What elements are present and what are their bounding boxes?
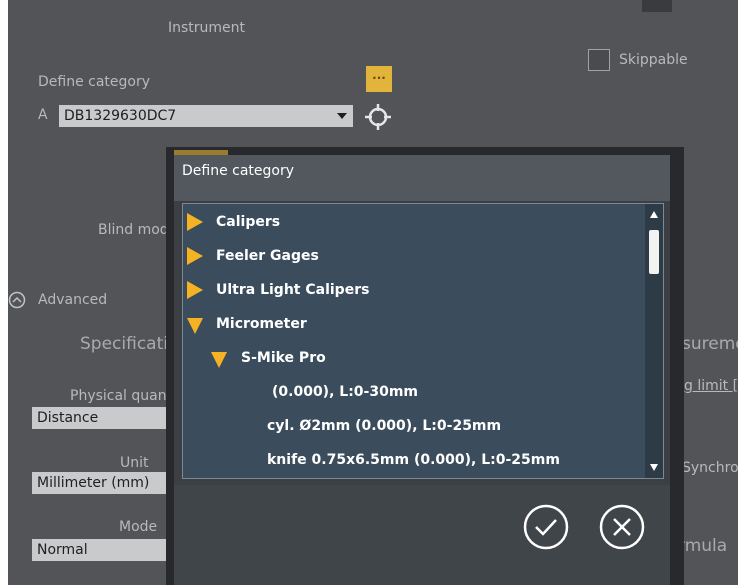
mode-select[interactable]: Normal [32, 539, 174, 561]
physical-quantity-value: Distance [37, 410, 99, 426]
channel-letter: A [38, 107, 48, 123]
mode-value: Normal [37, 542, 88, 558]
limit-label: g limit [ [684, 378, 738, 394]
expand-arrow-icon[interactable] [187, 213, 203, 231]
skippable-label: Skippable [619, 52, 688, 68]
advanced-label: Advanced [38, 292, 108, 308]
collapse-arrow-icon[interactable] [187, 318, 203, 334]
dialog-footer [174, 485, 670, 585]
category-tree[interactable]: Calipers Feeler Gages Ultra Light Calipe… [182, 203, 664, 479]
tree-scrollbar[interactable] [645, 204, 663, 478]
mode-label: Mode [119, 519, 158, 535]
tree-leaf-item[interactable]: (0.000), L:0-30mm [272, 381, 418, 403]
measurement-heading: suremen [682, 334, 738, 354]
define-category-label: Define category [38, 74, 151, 90]
tree-leaf-item[interactable]: cyl. Ø2mm (0.000), L:0-25mm [267, 415, 501, 437]
scroll-thumb[interactable] [649, 230, 659, 274]
collapse-advanced-icon[interactable] [8, 291, 26, 309]
tree-item-label: Ultra Light Calipers [216, 282, 370, 298]
tree-item-label: Micrometer [216, 316, 307, 332]
chevron-down-icon [337, 113, 347, 119]
unit-label: Unit [120, 455, 149, 471]
instrument-label: Instrument [168, 20, 246, 36]
physical-quantity-label: Physical quan [70, 388, 167, 404]
expand-arrow-icon[interactable] [187, 247, 203, 265]
synchro-label: Synchro [682, 460, 738, 476]
dialog-title: Define category [174, 155, 670, 201]
cancel-button[interactable] [598, 503, 646, 551]
expand-arrow-icon[interactable] [187, 281, 203, 299]
tree-item-label: S-Mike Pro [241, 350, 326, 366]
define-category-dialog: Define category Calipers Feeler Gages Ul… [174, 155, 670, 585]
scroll-up-icon[interactable] [650, 211, 658, 218]
settings-button-partial[interactable] [642, 0, 672, 12]
device-select[interactable]: DB1329630DC7 [59, 105, 353, 127]
browse-category-button[interactable]: ... [366, 66, 392, 92]
crosshair-icon[interactable] [364, 103, 392, 131]
tree-leaf-item[interactable]: knife 0.75x6.5mm (0.000), L:0-25mm [267, 449, 560, 471]
scroll-down-icon[interactable] [650, 464, 658, 471]
unit-value: Millimeter (mm) [37, 475, 150, 491]
unit-select[interactable]: Millimeter (mm) [32, 472, 174, 494]
collapse-arrow-icon[interactable] [211, 352, 227, 368]
tree-item-label: Calipers [216, 214, 281, 230]
physical-quantity-select[interactable]: Distance [32, 407, 174, 429]
device-select-value: DB1329630DC7 [64, 108, 177, 124]
confirm-button[interactable] [522, 503, 570, 551]
specification-heading: Specificati [80, 334, 168, 354]
skippable-checkbox[interactable] [588, 49, 610, 71]
blind-mode-label: Blind mod [98, 222, 169, 238]
tree-item-label: Feeler Gages [216, 248, 319, 264]
formula-label: rmula [678, 536, 728, 556]
